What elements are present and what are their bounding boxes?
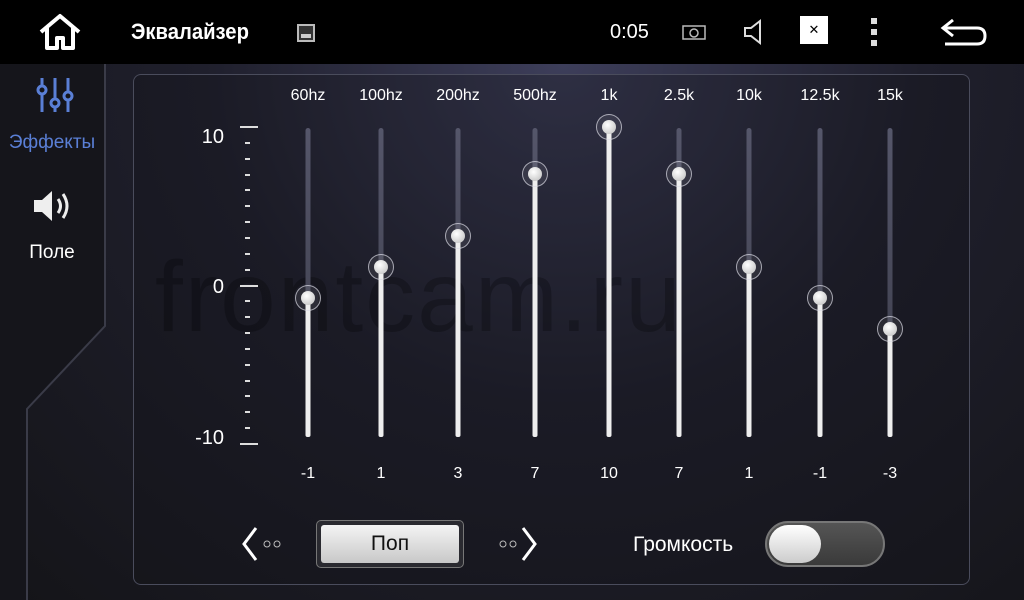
home-button[interactable] [36, 12, 84, 52]
scale-mid-label: 0 [212, 276, 224, 298]
band-freq-label: 2.5k [663, 87, 695, 104]
loudness-toggle[interactable] [765, 521, 885, 567]
scale-max-label: 10 [201, 126, 224, 148]
clock: 0:05 [610, 21, 649, 43]
sidebar-item-field[interactable]: Поле [0, 180, 104, 270]
band-freq-label: 500hz [513, 87, 557, 104]
band-slider-fill [606, 127, 612, 437]
band-slider-knob[interactable] [522, 160, 548, 187]
screenshot-button[interactable] [682, 23, 706, 41]
scale-min-label: -10 [195, 427, 224, 449]
band-slider-knob[interactable] [807, 284, 833, 311]
more-vertical-icon [871, 18, 877, 46]
preset-button[interactable]: Поп [316, 520, 464, 568]
sidebar-item-label: Эффекты [8, 132, 96, 153]
scale-tick [245, 268, 250, 271]
band-value-label: 10 [600, 465, 618, 482]
band-slider-knob[interactable] [368, 253, 394, 280]
scale-tick [245, 379, 250, 382]
speaker-icon [34, 191, 69, 221]
page-title: Эквалайзер [131, 19, 249, 44]
band-slider-knob[interactable] [877, 315, 903, 342]
band-freq-label: 100hz [359, 87, 403, 104]
next-preset-button[interactable] [496, 525, 541, 563]
band-slider-knob[interactable] [736, 253, 762, 280]
band-slider-fill [746, 266, 752, 437]
band-freq-label: 10k [736, 87, 762, 104]
scale-tick [240, 284, 258, 287]
sidebar-item-label: Поле [29, 242, 75, 263]
band-value-label: 3 [453, 465, 463, 482]
band-value-label: 1 [376, 465, 386, 482]
back-icon [940, 18, 987, 46]
band-value-label: 7 [530, 465, 540, 482]
scale-tick [245, 427, 250, 430]
scale-tick [245, 411, 250, 414]
camera-icon [682, 25, 706, 40]
scale-tick [245, 300, 250, 303]
scale-tick [245, 189, 250, 192]
volume-button[interactable] [742, 18, 766, 46]
sliders-icon [36, 78, 74, 112]
band-value-label: 1 [744, 465, 754, 482]
scale-tick [245, 252, 250, 255]
scale-tick [245, 316, 250, 319]
band-slider-fill [532, 173, 538, 437]
band-value-label: 7 [674, 465, 684, 482]
band-slider-knob[interactable] [596, 114, 622, 140]
band-value-label: -3 [882, 465, 898, 482]
close-app-button[interactable]: ✕ [800, 16, 828, 44]
scale-tick [245, 173, 250, 176]
scale-tick [245, 205, 250, 208]
scale-tick [240, 443, 258, 445]
band-freq-label: 12.5k [800, 87, 840, 104]
band-slider-fill [378, 266, 384, 437]
preset-label: Поп [321, 525, 459, 563]
scale-tick [245, 157, 250, 160]
chevron-left-icon [242, 527, 281, 561]
band-freq-label: 200hz [436, 87, 480, 104]
band-freq-label: 1k [600, 87, 618, 104]
scale-tick [245, 332, 250, 335]
top-bar: Эквалайзер 0:05 ✕ [0, 0, 1024, 64]
home-icon [39, 14, 81, 50]
sidebar-item-effects[interactable]: Эффекты [0, 70, 104, 160]
loudness-label: Громкость [633, 533, 734, 556]
band-freq-label: 15k [877, 87, 903, 104]
scale-tick [245, 395, 250, 398]
prev-preset-button[interactable] [240, 525, 285, 563]
band-slider-fill [455, 235, 461, 437]
speaker-icon [744, 18, 761, 46]
band-slider-knob[interactable] [295, 284, 321, 311]
band-slider-fill [676, 173, 682, 437]
band-slider-fill [817, 297, 823, 437]
toggle-knob [769, 525, 821, 563]
band-slider-fill [305, 297, 311, 437]
close-icon: ✕ [808, 22, 820, 37]
scale-tick [240, 126, 258, 128]
scale-tick [245, 363, 250, 366]
image-icon [297, 24, 315, 42]
scale-tick [245, 221, 250, 224]
scale-tick [245, 347, 250, 350]
band-value-label: -1 [300, 465, 316, 482]
band-slider-knob[interactable] [666, 160, 692, 187]
menu-button[interactable] [864, 16, 884, 48]
band-slider-knob[interactable] [445, 222, 471, 249]
watermark: frontcam.ru [155, 241, 683, 353]
scale-tick [245, 141, 250, 144]
band-slider-fill [887, 328, 893, 437]
scale-tick [245, 236, 250, 239]
band-value-label: -1 [812, 465, 828, 482]
band-freq-label: 60hz [290, 87, 326, 104]
chevron-right-icon [499, 527, 537, 561]
back-button[interactable] [938, 16, 990, 48]
